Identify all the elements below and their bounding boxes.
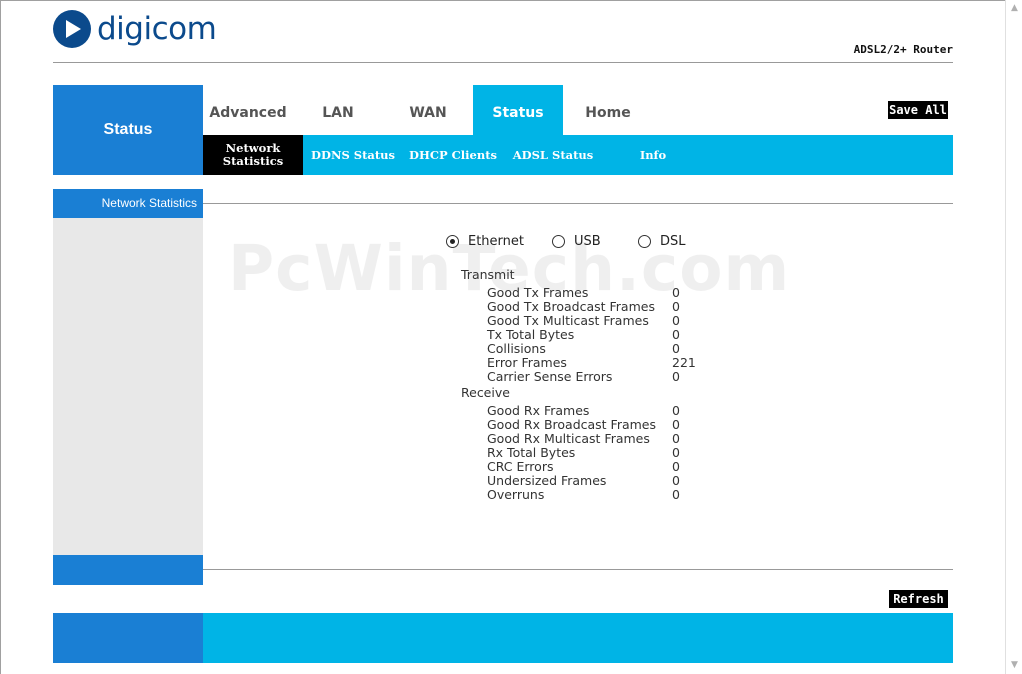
radio-dsl-button[interactable] — [638, 234, 651, 248]
radio-ethernet-button[interactable] — [446, 234, 459, 248]
sidebar-footer — [53, 555, 203, 585]
stat-row: Good Rx Broadcast Frames 0 — [461, 418, 712, 432]
radio-usb[interactable]: USB — [552, 233, 601, 249]
save-all-button[interactable]: Save All — [888, 101, 948, 119]
tab-home[interactable]: Home — [563, 85, 653, 135]
tab-wan[interactable]: WAN — [383, 85, 473, 135]
stat-value: 0 — [672, 445, 680, 460]
stat-value: 221 — [672, 355, 696, 370]
scroll-up-icon[interactable]: ▲ — [1008, 2, 1021, 15]
subtab-info[interactable]: Info — [603, 135, 703, 175]
subtab-dhcp-clients[interactable]: DHCP Clients — [403, 135, 503, 175]
subtab-network-statistics-label: Network Statistics — [222, 141, 284, 168]
sidebar-item-network-statistics[interactable]: Network Statistics — [53, 189, 203, 218]
stat-value: 0 — [672, 341, 680, 356]
stat-label: Good Tx Broadcast Frames — [487, 299, 655, 314]
sidebar-body — [53, 218, 203, 555]
stat-value: 0 — [672, 313, 680, 328]
stat-label: Good Tx Frames — [487, 285, 589, 300]
subtab-adsl-status[interactable]: ADSL Status — [503, 135, 603, 175]
receive-heading: Receive — [461, 385, 510, 400]
stat-value: 0 — [672, 431, 680, 446]
stat-label: Carrier Sense Errors — [487, 369, 613, 384]
stat-value: 0 — [672, 473, 680, 488]
subtab-ddns-status[interactable]: DDNS Status — [303, 135, 403, 175]
stat-row: Good Rx Multicast Frames 0 — [461, 432, 712, 446]
stat-value: 0 — [672, 403, 680, 418]
scroll-down-icon[interactable]: ▼ — [1008, 659, 1021, 672]
window-top-border — [0, 0, 1022, 1]
content-divider-bottom — [203, 569, 953, 570]
tab-lan[interactable]: LAN — [293, 85, 383, 135]
radio-usb-label: USB — [574, 233, 601, 249]
footer-right-bar — [203, 613, 953, 663]
radio-dsl[interactable]: DSL — [638, 233, 686, 249]
logo-arrow-icon — [53, 10, 91, 48]
radio-dsl-label: DSL — [660, 233, 686, 249]
refresh-button[interactable]: Refresh — [889, 590, 948, 608]
statistics-table: Transmit Good Tx Frames 0 Good Tx Broadc… — [461, 268, 712, 502]
stat-label: Tx Total Bytes — [487, 327, 575, 342]
radio-usb-button[interactable] — [552, 234, 565, 248]
transmit-heading: Transmit — [461, 267, 515, 282]
main-tabs: Advanced LAN WAN Status Home — [203, 85, 653, 135]
window-left-border — [0, 0, 1, 674]
stat-value: 0 — [672, 299, 680, 314]
stat-label: Good Rx Multicast Frames — [487, 431, 650, 446]
stat-value: 0 — [672, 369, 680, 384]
stat-value: 0 — [672, 285, 680, 300]
digicom-logo: digicom — [53, 9, 217, 49]
subtab-network-statistics[interactable]: Network Statistics — [203, 135, 303, 175]
stat-label: Collisions — [487, 341, 546, 356]
stat-value: 0 — [672, 487, 680, 502]
stat-label: Undersized Frames — [487, 473, 607, 488]
content-divider-top — [203, 203, 953, 204]
stat-label: CRC Errors — [487, 459, 554, 474]
sub-tabs: Network Statistics DDNS Status DHCP Clie… — [203, 135, 953, 175]
stat-row: Error Frames 221 — [461, 356, 712, 370]
stat-value: 0 — [672, 327, 680, 342]
tab-status[interactable]: Status — [473, 85, 563, 135]
logo-text: digicom — [97, 11, 217, 47]
stat-label: Good Rx Broadcast Frames — [487, 417, 657, 432]
radio-ethernet[interactable]: Ethernet — [446, 233, 524, 249]
footer-left-bar — [53, 613, 203, 663]
stat-row: Carrier Sense Errors 0 — [461, 370, 712, 384]
product-name: ADSL2/2+ Router — [853, 43, 953, 56]
section-title: Status — [53, 85, 203, 175]
stat-row: Rx Total Bytes 0 — [461, 446, 712, 460]
stat-row: Undersized Frames 0 — [461, 474, 712, 488]
stat-row: Good Tx Frames 0 — [461, 286, 712, 300]
tab-advanced[interactable]: Advanced — [203, 85, 293, 135]
stat-row: Good Rx Frames 0 — [461, 404, 712, 418]
stat-label: Good Tx Multicast Frames — [487, 313, 649, 328]
stat-label: Rx Total Bytes — [487, 445, 576, 460]
radio-ethernet-label: Ethernet — [468, 233, 524, 249]
stat-row: Overruns 0 — [461, 488, 712, 502]
stat-row: CRC Errors 0 — [461, 460, 712, 474]
stat-label: Overruns — [487, 487, 545, 502]
stat-value: 0 — [672, 417, 680, 432]
stat-row: Good Tx Broadcast Frames 0 — [461, 300, 712, 314]
header-divider — [53, 62, 953, 63]
stat-label: Good Rx Frames — [487, 403, 590, 418]
vertical-scrollbar[interactable]: ▲ ▼ — [1005, 0, 1022, 674]
stat-label: Error Frames — [487, 355, 567, 370]
stat-row: Tx Total Bytes 0 — [461, 328, 712, 342]
stat-row: Collisions 0 — [461, 342, 712, 356]
stat-row: Good Tx Multicast Frames 0 — [461, 314, 712, 328]
stat-value: 0 — [672, 459, 680, 474]
